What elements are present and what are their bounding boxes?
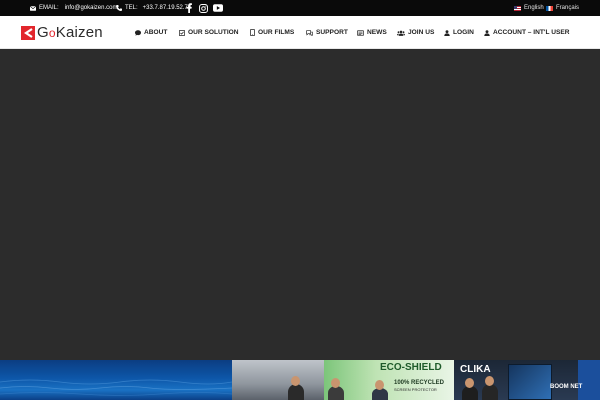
person-head <box>331 378 340 388</box>
checkbox-icon <box>179 29 185 36</box>
tablet-icon <box>250 29 255 36</box>
youtube-link[interactable] <box>213 2 223 14</box>
support-icon <box>306 29 313 36</box>
nav-support[interactable]: SUPPORT <box>306 16 348 49</box>
nav-our-solution[interactable]: OUR SOLUTION <box>179 16 239 49</box>
nav-our-films-label: OUR FILMS <box>258 29 295 36</box>
nav-account-intl-user[interactable]: ACCOUNT – INT'L USER <box>484 16 570 49</box>
nav-news-label: NEWS <box>367 29 387 36</box>
logo-prefix: G <box>37 24 49 41</box>
uk-flag-icon <box>514 5 521 11</box>
facebook-link[interactable] <box>186 2 192 14</box>
nav-about[interactable]: ABOUT <box>135 16 167 49</box>
chat-icon <box>135 29 141 36</box>
boom-text: BOOM NET <box>550 384 583 390</box>
phone-contact[interactable]: TEL: +33.7.87.19.52.70 <box>116 0 191 16</box>
eco-shield-subtext-2: SCREEN PROTECTOR <box>394 387 437 392</box>
person-figure <box>482 384 498 400</box>
person-figure <box>328 386 344 400</box>
display-screen-image <box>508 364 552 400</box>
facebook-icon <box>186 3 192 13</box>
language-french[interactable]: Français <box>546 0 579 16</box>
hero-banner <box>0 49 600 360</box>
top-bar: EMAIL: info@gokaizen.com TEL: +33.7.87.1… <box>0 0 600 16</box>
nav-support-label: SUPPORT <box>316 29 348 36</box>
site-header: GoKaizen ABOUT OUR SOLUTION OUR FILMS SU… <box>0 16 600 49</box>
nav-login-label: LOGIN <box>453 29 474 36</box>
newspaper-icon <box>357 29 364 36</box>
nav-join-us-label: JOIN US <box>408 29 435 36</box>
ocean-photo <box>0 360 233 400</box>
person-head <box>291 376 300 386</box>
envelope-icon <box>30 5 36 11</box>
users-icon <box>397 30 405 36</box>
nav-our-films[interactable]: OUR FILMS <box>250 16 294 49</box>
instagram-icon <box>199 3 208 13</box>
instagram-link[interactable] <box>199 2 208 14</box>
tel-label: TEL: <box>125 5 138 11</box>
language-label-english: English <box>524 5 544 11</box>
language-english[interactable]: English <box>514 0 544 16</box>
email-value[interactable]: info@gokaizen.com <box>65 5 118 11</box>
nav-join-us[interactable]: JOIN US <box>397 16 434 49</box>
language-label-french: Français <box>556 5 580 11</box>
person-head <box>465 378 474 388</box>
eco-shield-subtext: 100% RECYCLED <box>394 380 445 386</box>
email-contact[interactable]: EMAIL: info@gokaizen.com <box>30 0 117 16</box>
clika-text: CLIKA <box>460 364 491 375</box>
booth-background-image <box>232 360 324 400</box>
logo-name: Kaizen <box>55 24 103 41</box>
nav-login[interactable]: LOGIN <box>444 16 474 49</box>
email-label: EMAIL: <box>39 5 59 11</box>
person-head <box>485 376 494 386</box>
eco-shield-text: ECO-SHIELD <box>380 362 442 373</box>
person-head <box>375 380 384 390</box>
nav-about-label: ABOUT <box>144 29 168 36</box>
youtube-icon <box>213 4 223 12</box>
person-figure <box>288 384 304 400</box>
ocean-waves-image <box>0 379 233 396</box>
photo-strip: ECO-SHIELD 100% RECYCLED SCREEN PROTECTO… <box>0 360 600 400</box>
phone-icon <box>116 5 122 11</box>
nav-account-label: ACCOUNT – INT'L USER <box>493 29 570 36</box>
fr-flag-icon <box>546 5 553 11</box>
nav-news[interactable]: NEWS <box>357 16 387 49</box>
trade-show-photo: ECO-SHIELD 100% RECYCLED SCREEN PROTECTO… <box>232 360 600 400</box>
tel-value[interactable]: +33.7.87.19.52.70 <box>143 5 192 11</box>
logo-small-o: o <box>48 26 56 40</box>
logo-mark-icon <box>21 25 35 40</box>
user-icon <box>444 29 450 36</box>
nav-our-solution-label: OUR SOLUTION <box>188 29 239 36</box>
logo-wordmark: GoKaizen <box>37 24 103 41</box>
site-logo[interactable]: GoKaizen <box>21 24 103 41</box>
user-icon <box>484 29 490 36</box>
blue-panel-image <box>578 360 600 400</box>
person-figure <box>462 386 478 400</box>
